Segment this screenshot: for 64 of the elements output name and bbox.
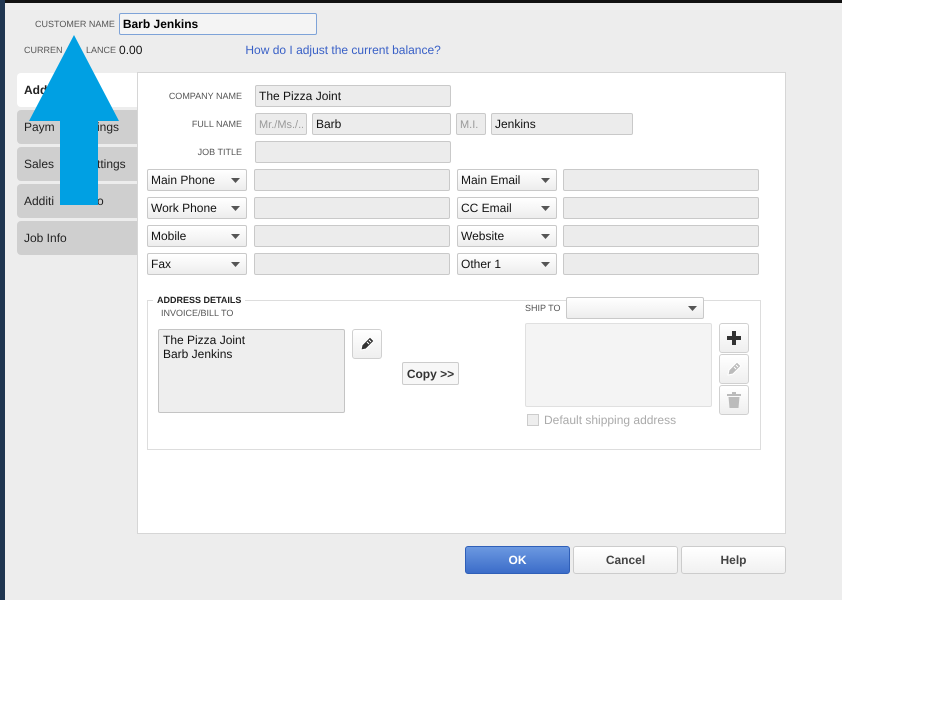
caret-icon	[231, 262, 240, 266]
contact-field[interactable]	[563, 253, 759, 275]
balance-value: 0.00	[119, 43, 142, 57]
ship-to-dropdown[interactable]	[566, 297, 704, 319]
middle-initial-field[interactable]: M.I.	[456, 113, 486, 135]
plus-icon	[727, 331, 741, 345]
type-dropdown[interactable]: Fax	[147, 253, 247, 275]
caret-icon	[231, 178, 240, 182]
caret-icon	[541, 234, 550, 238]
full-name-label: FULL NAME	[190, 119, 242, 129]
type-dropdown[interactable]: Main Email	[457, 169, 557, 191]
caret-icon	[231, 206, 240, 210]
edit-bill-address-button[interactable]	[352, 329, 382, 359]
tab-label: Additi	[24, 194, 56, 208]
type-dropdown[interactable]: Other 1	[457, 253, 557, 275]
type-dropdown[interactable]: Main Phone	[147, 169, 247, 191]
type-dropdown[interactable]: Work Phone	[147, 197, 247, 219]
contact-field[interactable]	[254, 225, 450, 247]
tab-label: Paym	[24, 120, 56, 134]
first-name-field[interactable]: Barb	[312, 113, 451, 135]
salutation-field[interactable]: Mr./Ms./..	[255, 113, 307, 135]
contact-field[interactable]	[254, 197, 450, 219]
caret-icon	[231, 234, 240, 238]
contact-field[interactable]	[563, 197, 759, 219]
company-name-field[interactable]: The Pizza Joint	[255, 85, 451, 107]
tab-label: Sales	[24, 157, 56, 171]
company-name-label: COMPANY NAME	[168, 91, 242, 101]
contact-field[interactable]	[254, 169, 450, 191]
contact-field[interactable]	[563, 169, 759, 191]
ship-to-label: SHIP TO	[525, 303, 561, 313]
ship-to-address-field[interactable]	[525, 323, 712, 407]
type-dropdown[interactable]: Mobile	[147, 225, 247, 247]
type-dropdown[interactable]: Website	[457, 225, 557, 247]
bill-to-address-field[interactable]: The Pizza Joint Barb Jenkins	[158, 329, 345, 413]
dialog-button[interactable]: OK	[465, 546, 570, 574]
caret-icon	[541, 262, 550, 266]
bill-to-label: INVOICE/BILL TO	[161, 308, 234, 320]
type-dropdown[interactable]: CC Email	[457, 197, 557, 219]
caret-icon	[688, 306, 697, 310]
add-address-button[interactable]	[719, 323, 749, 353]
trash-icon	[727, 392, 741, 408]
balance-label: LANCE	[86, 45, 116, 55]
customer-name-label: CUSTOMER NAME	[35, 19, 115, 29]
pencil-icon	[359, 336, 375, 352]
copy-button[interactable]: Copy >>	[402, 362, 459, 385]
dialog-button[interactable]: Help	[681, 546, 786, 574]
dialog-button[interactable]: Cancel	[573, 546, 678, 574]
caret-icon	[541, 206, 550, 210]
address-details-legend: ADDRESS DETAILS	[153, 295, 246, 305]
customer-name-field[interactable]: Barb Jenkins	[118, 13, 317, 35]
caret-icon	[541, 178, 550, 182]
balance-help-link[interactable]: How do I adjust the current balance?	[245, 43, 842, 57]
contact-field[interactable]	[254, 253, 450, 275]
pencil-icon	[726, 361, 742, 377]
last-name-field[interactable]: Jenkins	[491, 113, 633, 135]
job-title-label: JOB TITLE	[196, 147, 242, 157]
tab[interactable]: Job Info	[17, 221, 137, 255]
tab-label: Job Info	[24, 231, 68, 245]
default-shipping-label: Default shipping address	[544, 413, 676, 427]
job-title-field[interactable]	[255, 141, 451, 163]
balance-label: CURREN	[24, 45, 64, 55]
tab-label: ttings	[97, 157, 127, 171]
contact-field[interactable]	[563, 225, 759, 247]
tab-label: ings	[97, 120, 120, 134]
